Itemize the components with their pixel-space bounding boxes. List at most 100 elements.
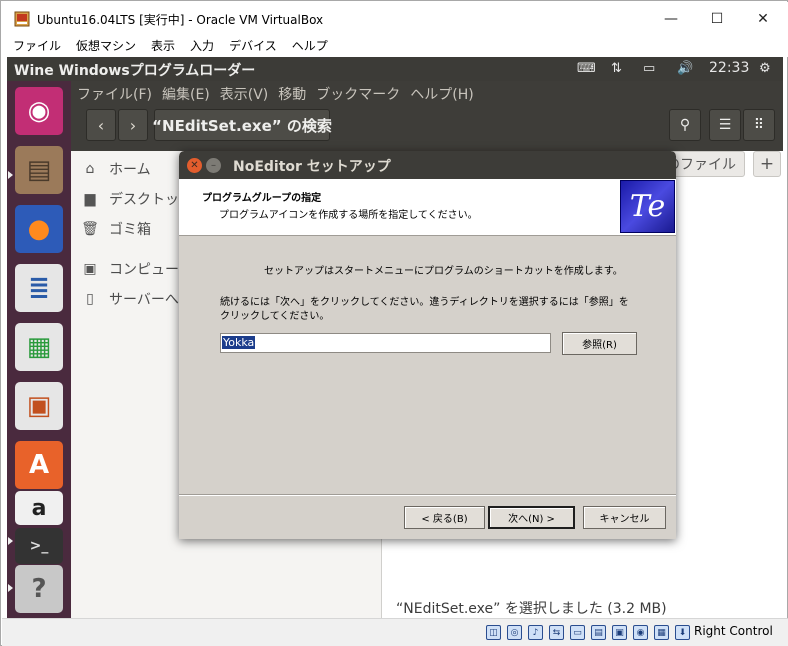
close-button[interactable]: ✕ [740, 3, 786, 35]
grid-icon: ⠿ [753, 117, 765, 133]
server-icon: ▯ [86, 291, 94, 307]
software-center-icon[interactable]: A [15, 441, 63, 489]
settings-icon[interactable]: ⚙ [759, 61, 771, 76]
nautilus-menu-go[interactable]: 移動 [278, 84, 306, 104]
program-group-value: Yokka [222, 336, 256, 349]
menu-file[interactable]: ファイル [13, 35, 61, 57]
sidebar-item-trash[interactable]: 🗑 ゴミ箱 [81, 219, 151, 239]
files-icon[interactable]: ▤ [15, 146, 63, 194]
forward-nav-button[interactable]: › [118, 109, 148, 141]
volume-icon[interactable]: 🔊 [677, 61, 693, 76]
nautilus-menu-edit[interactable]: 編集(E) [162, 84, 210, 104]
nautilus-menu-help[interactable]: ヘルプ(H) [410, 84, 473, 104]
back-button[interactable]: < 戻る(B) [404, 506, 485, 529]
sidebar-item-desktop[interactable]: ▆ デスクトップ [81, 189, 193, 209]
dialog-minimize-button[interactable]: – [206, 158, 221, 173]
network-adapter-icon[interactable]: ⇆ [549, 625, 564, 640]
host-key-arrow-icon[interactable]: ⬇ [675, 625, 690, 640]
dialog-title-bar: ✕ – NoEditor セットアップ [179, 151, 676, 179]
back-nav-button[interactable]: ‹ [86, 109, 116, 141]
add-criteria-button[interactable]: + [753, 151, 781, 177]
virtualbox-app-icon [14, 11, 30, 27]
menu-devices[interactable]: デバイス [229, 35, 277, 57]
ubuntu-dash-icon[interactable]: ◉ [15, 87, 63, 135]
setup-dialog: ✕ – NoEditor セットアップ プログラムグループの指定 プログラムアイ… [179, 151, 676, 539]
search-scope-tab[interactable]: のファイル [666, 151, 745, 177]
minimize-button[interactable]: — [648, 3, 694, 35]
terminal-icon[interactable]: >_ [15, 528, 63, 564]
sidebar-item-server[interactable]: ▯ サーバーへ [81, 289, 179, 309]
search-button[interactable]: ⚲ [669, 109, 701, 141]
virtualbox-window: Ubuntu16.04LTS [実行中] - Oracle VM Virtual… [0, 0, 788, 646]
host-status-bar: ◫ ◎ ♪ ⇆ ▭ ▤ ▣ ◉ ▦ ⬇ Right Control [2, 618, 788, 646]
dialog-separator [179, 494, 676, 496]
nautilus-menu-bookmarks[interactable]: ブックマーク [316, 84, 400, 104]
grid-view-button[interactable]: ⠿ [743, 109, 775, 141]
sidebar-item-label: ホーム [109, 162, 151, 178]
menu-machine[interactable]: 仮想マシン [76, 35, 136, 57]
running-indicator [8, 584, 13, 592]
host-title-bar: Ubuntu16.04LTS [実行中] - Oracle VM Virtual… [2, 2, 788, 35]
keyboard-icon[interactable]: ⌨ [577, 61, 596, 76]
sidebar-item-label: ゴミ箱 [109, 222, 151, 238]
trash-icon: 🗑 [81, 221, 99, 237]
search-icon: ⚲ [679, 117, 691, 133]
folder-icon: ▆ [84, 191, 96, 207]
menu-help[interactable]: ヘルプ [292, 35, 328, 57]
dialog-header: プログラムグループの指定 プログラムアイコンを作成する場所を指定してください。 … [179, 179, 676, 236]
nautilus-menu: ファイル(F) 編集(E) 表示(V) 移動 ブックマーク ヘルプ(H) [77, 84, 484, 104]
nautilus-header: ファイル(F) 編集(E) 表示(V) 移動 ブックマーク ヘルプ(H) ‹ ›… [71, 81, 783, 151]
clock[interactable]: 22:33 [709, 60, 749, 76]
host-window-title: Ubuntu16.04LTS [実行中] - Oracle VM Virtual… [37, 13, 324, 27]
selection-status: “NEditSet.exe” を選択しました (3.2 MB) [396, 601, 667, 617]
home-icon: ⌂ [85, 161, 95, 177]
dialog-close-button[interactable]: ✕ [187, 158, 202, 173]
impress-icon[interactable]: ▣ [15, 382, 63, 430]
drive-icon: ▣ [83, 261, 97, 277]
list-view-button[interactable]: ☰ [709, 109, 741, 141]
unity-launcher: ◉ ▤ ● ≣ ▦ ▣ A a >_ ? [7, 81, 71, 618]
dialog-heading: プログラムグループの指定 [202, 193, 322, 204]
chevron-left-icon: ‹ [97, 115, 105, 135]
dialog-title: NoEditor セットアップ [233, 159, 391, 175]
video-capture-icon[interactable]: ◉ [633, 625, 648, 640]
menu-view[interactable]: 表示 [151, 35, 175, 57]
host-key-label: Right Control [694, 624, 773, 638]
sidebar-item-home[interactable]: ⌂ ホーム [81, 159, 151, 179]
running-indicator [8, 537, 13, 545]
usb-icon[interactable]: ▭ [570, 625, 585, 640]
sidebar-item-label: サーバーへ [109, 292, 179, 308]
next-button[interactable]: 次へ(N) > [488, 506, 575, 529]
cancel-button[interactable]: キャンセル [583, 506, 666, 529]
active-app-title: Wine Windowsプログラムローダー [14, 63, 256, 79]
dialog-instruction-text: 続けるには「次へ」をクリックしてください。違うディレクトリを選択するには「参照」… [220, 297, 629, 322]
network-icon[interactable]: ⇅ [611, 61, 622, 76]
menu-input[interactable]: 入力 [190, 35, 214, 57]
ubuntu-top-panel: Wine Windowsプログラムローダー ⌨ ⇅ ▭ 🔊 22:33 ⚙ [7, 57, 783, 81]
firefox-icon[interactable]: ● [15, 205, 63, 253]
nautilus-menu-file[interactable]: ファイル(F) [77, 84, 152, 104]
battery-icon[interactable]: ▭ [643, 61, 655, 76]
program-group-field[interactable]: Yokka [220, 333, 551, 353]
close-icon: ✕ [190, 160, 199, 171]
minimize-icon: – [211, 160, 216, 171]
amazon-icon[interactable]: a [15, 491, 63, 525]
list-icon: ☰ [718, 117, 732, 133]
cpu-icon[interactable]: ▦ [654, 625, 669, 640]
nautilus-menu-view[interactable]: 表示(V) [220, 84, 269, 104]
shared-folders-icon[interactable]: ▤ [591, 625, 606, 640]
chevron-right-icon: › [129, 115, 137, 135]
display-icon[interactable]: ▣ [612, 625, 627, 640]
writer-icon[interactable]: ≣ [15, 264, 63, 312]
help-icon[interactable]: ? [15, 565, 63, 613]
running-indicator [8, 171, 13, 179]
optical-drive-icon[interactable]: ◎ [507, 625, 522, 640]
plus-icon: + [759, 154, 775, 174]
calc-icon[interactable]: ▦ [15, 323, 63, 371]
hard-disk-icon[interactable]: ◫ [486, 625, 501, 640]
audio-icon[interactable]: ♪ [528, 625, 543, 640]
maximize-button[interactable]: ☐ [694, 3, 740, 35]
dialog-intro-text: セットアップはスタートメニューにプログラムのショートカットを作成します。 [264, 266, 623, 277]
search-location-label: “NEditSet.exe” の検索 [152, 109, 332, 141]
browse-button[interactable]: 参照(R) [562, 332, 637, 355]
